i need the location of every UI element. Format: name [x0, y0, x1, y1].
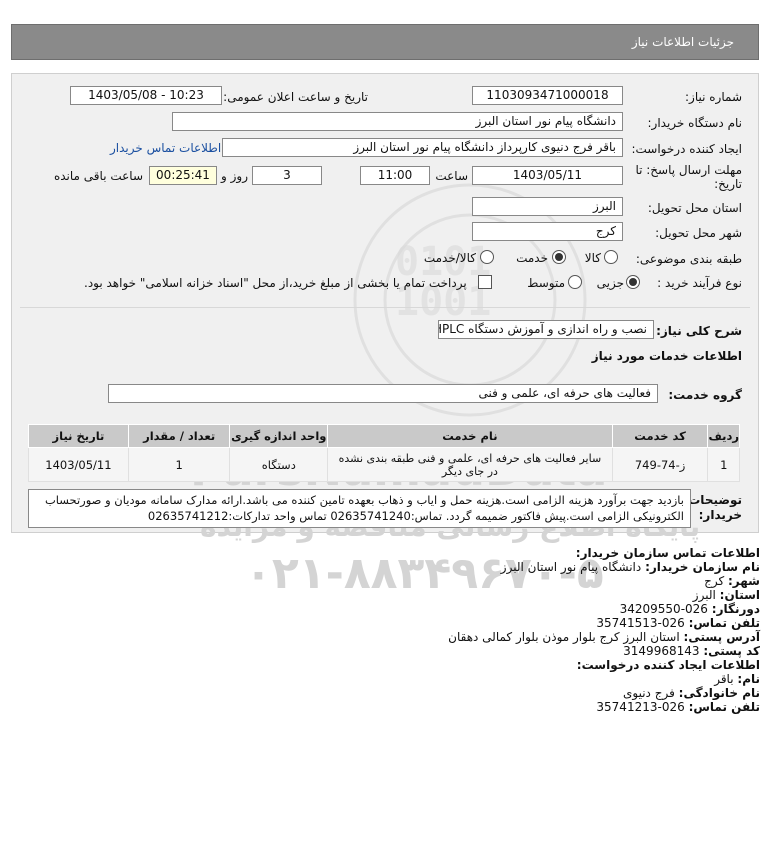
creator-last-name-line: نام خانوادگی: فرج دنیوی — [623, 686, 760, 700]
requester-label: ایجاد کننده درخواست: — [631, 142, 742, 156]
contact-city-line: شهر: کرج — [704, 574, 760, 588]
page-title: جزئیات اطلاعات نیاز — [631, 35, 734, 49]
creator-title: اطلاعات ایجاد کننده درخواست: — [577, 658, 760, 672]
service-group-field[interactable]: فعالیت های حرفه ای، علمی و فنی — [108, 384, 658, 403]
column-header: کد خدمت — [611, 424, 709, 448]
contact-title: اطلاعات تماس سازمان خریدار: — [576, 546, 760, 560]
contact-province-label: استان: — [719, 588, 760, 602]
column-header: ردیف — [707, 424, 740, 448]
contact-postal: 3149968143 — [623, 644, 700, 658]
category-option-goods-service: کالا/خدمت — [423, 251, 476, 265]
process-label: نوع فرآیند خرید : — [657, 276, 742, 290]
requester-field[interactable]: باقر فرج دنیوی کارپرداز دانشگاه پیام نور… — [222, 138, 623, 157]
contact-city-label: شهر: — [728, 574, 760, 588]
contact-postal-line: کد پستی: 3149968143 — [623, 644, 760, 658]
contact-org: دانشگاه پیام نور استان البرز — [500, 560, 642, 574]
creator-last-name: فرج دنیوی — [622, 686, 675, 700]
deadline-date-field[interactable]: 1403/05/11 — [472, 166, 623, 185]
remaining-timer: 00:25:41 — [149, 166, 217, 185]
summary-label: شرح کلی نیاز: — [656, 324, 742, 338]
contact-title-text: اطلاعات تماس سازمان خریدار: — [575, 546, 760, 560]
city-field[interactable]: کرج — [472, 222, 623, 241]
service-date: 1403/05/11 — [28, 447, 129, 482]
contact-address: استان البرز کرج بلوار موذن بلوار کمالی د… — [448, 630, 680, 644]
summary-field[interactable]: نصب و راه اندازی و آموزش دستگاه HPLC — [438, 320, 654, 339]
creator-phone-line: تلفن تماس: 026-35741213 — [596, 700, 760, 714]
need-number-field[interactable]: 1103093471000018 — [472, 86, 623, 105]
services-section-title: اطلاعات خدمات مورد نیاز — [591, 349, 742, 363]
contact-fax: 026-34209550 — [619, 602, 708, 616]
creator-phone: 026-35741213 — [596, 700, 685, 714]
days-label: روز و — [221, 169, 248, 183]
contact-fax-line: دورنگار: 026-34209550 — [620, 602, 760, 616]
process-option-medium: متوسط — [527, 276, 565, 290]
announce-label: تاریخ و ساعت اعلان عمومی: — [223, 90, 368, 104]
service-name: سایر فعالیت های حرفه ای، علمی و فنی طبقه… — [327, 447, 613, 482]
announce-field[interactable]: 1403/05/08 - 10:23 — [70, 86, 222, 105]
creator-first-name-label: نام: — [737, 672, 760, 686]
row-index: 1 — [707, 447, 740, 482]
contact-phone: 026-35741513 — [596, 616, 685, 630]
need-number-label: شماره نیاز: — [685, 90, 742, 104]
category-option-service: خدمت — [516, 251, 548, 265]
creator-phone-label: تلفن تماس: — [688, 700, 760, 714]
column-header: نام خدمت — [327, 424, 613, 448]
table-row[interactable]: 1 ز-74-749 سایر فعالیت های حرفه ای، علمی… — [28, 447, 740, 482]
deadline-time-field[interactable]: 11:00 — [360, 166, 430, 185]
service-group-label: گروه خدمت: — [668, 388, 742, 402]
column-header: تاریخ نیاز — [28, 424, 129, 448]
buyer-org-label: نام دستگاه خریدار: — [647, 116, 743, 130]
buyer-notes-field[interactable]: بازدید جهت برآورد هزینه الزامی است.هزینه… — [28, 489, 691, 528]
contact-org-label: نام سازمان خریدار: — [645, 560, 760, 574]
services-table: ردیف کد خدمت نام خدمت واحد اندازه گیری ت… — [28, 424, 740, 482]
service-unit: دستگاه — [229, 447, 329, 482]
category-label: طبقه بندی موضوعی: — [635, 252, 742, 266]
contact-fax-label: دورنگار: — [711, 602, 760, 616]
page-header: جزئیات اطلاعات نیاز — [11, 24, 759, 60]
contact-address-line: آدرس پستی: استان البرز کرج بلوار موذن بل… — [448, 630, 760, 644]
contact-phone-label: تلفن تماس: — [688, 616, 760, 630]
process-radio-minor[interactable] — [626, 275, 640, 289]
contact-city: کرج — [704, 574, 725, 588]
province-field[interactable]: البرز — [472, 197, 623, 216]
buyer-contact-link[interactable]: اطلاعات تماس خریدار — [110, 141, 221, 155]
contact-province-line: استان: البرز — [693, 588, 760, 602]
contact-org-line: نام سازمان خریدار: دانشگاه پیام نور استا… — [501, 560, 760, 574]
treasury-text: پرداخت تمام یا بخشی از مبلغ خرید،از محل … — [84, 276, 467, 290]
creator-title-text: اطلاعات ایجاد کننده درخواست: — [576, 658, 760, 672]
service-qty: 1 — [127, 447, 231, 482]
contact-phone-line: تلفن تماس: 026-35741513 — [596, 616, 760, 630]
deadline-label: مهلت ارسال پاسخ: تا تاریخ: — [635, 163, 742, 191]
creator-first-name-line: نام: باقر — [714, 672, 760, 686]
buyer-notes-label: توضیحات خریدار: — [688, 493, 742, 522]
category-radio-service[interactable] — [552, 250, 566, 264]
creator-first-name: باقر — [714, 672, 734, 686]
column-header: واحد اندازه گیری — [229, 424, 329, 448]
days-field[interactable]: 3 — [252, 166, 322, 185]
service-code: ز-74-749 — [611, 447, 709, 482]
contact-province: البرز — [692, 588, 716, 602]
divider — [20, 307, 750, 308]
province-label: استان محل تحویل: — [647, 201, 742, 215]
remaining-label: ساعت باقی مانده — [53, 169, 143, 183]
process-radio-medium[interactable] — [568, 275, 582, 289]
column-header: تعداد / مقدار — [127, 424, 231, 448]
contact-postal-label: کد پستی: — [703, 644, 760, 658]
table-header-row: ردیف کد خدمت نام خدمت واحد اندازه گیری ت… — [28, 424, 740, 448]
deadline-time-label: ساعت — [435, 169, 468, 183]
contact-address-label: آدرس پستی: — [683, 630, 760, 644]
category-radio-goods[interactable] — [604, 250, 618, 264]
treasury-checkbox[interactable] — [478, 275, 492, 289]
category-radio-goods-service[interactable] — [480, 250, 494, 264]
creator-last-name-label: نام خانوادگی: — [678, 686, 760, 700]
city-label: شهر محل تحویل: — [655, 226, 742, 240]
category-option-goods: کالا — [584, 251, 601, 265]
buyer-org-field[interactable]: دانشگاه پیام نور استان البرز — [172, 112, 623, 131]
process-option-minor: جزیی — [596, 276, 624, 290]
